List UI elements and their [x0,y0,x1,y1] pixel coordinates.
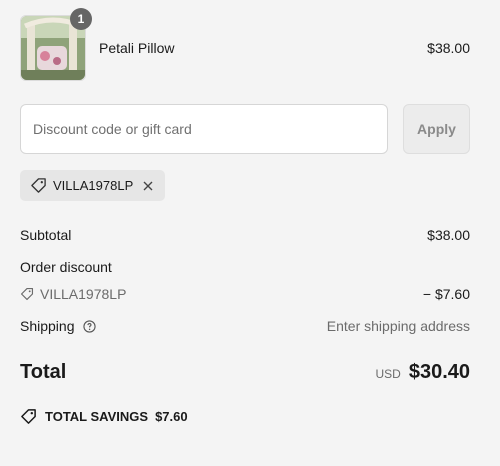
applied-discount-pill: VILLA1978LP [20,170,165,201]
tag-icon [20,287,34,301]
discount-code-label: VILLA1978LP [40,286,127,302]
apply-button[interactable]: Apply [403,104,470,154]
shipping-row: Shipping [20,318,97,334]
total-label: Total [20,361,67,383]
tag-icon [31,178,46,193]
shipping-label: Shipping [20,318,75,334]
product-price: $38.00 [427,40,470,56]
discount-code-input[interactable] [20,104,388,154]
total-savings-row: TOTAL SAVINGS $7.60 [20,408,188,425]
total-amount-group: USD $30.40 [375,361,470,384]
savings-label: TOTAL SAVINGS [45,409,149,424]
info-icon[interactable] [83,320,97,333]
subtotal-label: Subtotal [20,227,72,243]
close-icon[interactable] [141,179,155,193]
discount-value: − $7.60 [422,286,470,302]
savings-value: $7.60 [155,409,188,424]
quantity-badge: 1 [70,8,92,30]
total-value: $30.40 [408,361,470,383]
order-discount-label: Order discount [20,259,112,275]
discount-code-row: VILLA1978LP [20,286,126,302]
product-name: Petali Pillow [99,40,175,56]
currency-code: USD [375,367,401,381]
applied-code-label: VILLA1978LP [53,178,134,193]
subtotal-value: $38.00 [427,227,470,243]
shipping-value: Enter shipping address [326,318,470,334]
savings-tag-icon [21,409,36,424]
